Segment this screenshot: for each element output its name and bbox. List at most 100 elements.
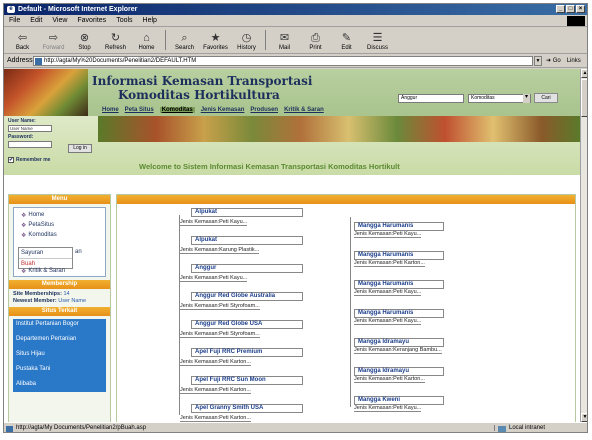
sidebar-item-home[interactable]: ❖ Home bbox=[17, 210, 102, 220]
go-button[interactable]: ➜ Go bbox=[546, 57, 561, 64]
remember-me: ✔ Remember me bbox=[8, 157, 50, 163]
forward-arrow-icon: ⇨ bbox=[48, 32, 59, 44]
minimize-button[interactable]: _ bbox=[556, 5, 565, 13]
discuss-button[interactable]: ☰ Discuss bbox=[362, 32, 393, 53]
search-button[interactable]: ⌕ Search bbox=[169, 32, 200, 53]
commodity-name-link[interactable]: Apel Fuji RRC Sun Moon bbox=[191, 376, 303, 385]
nav-produsen[interactable]: Produsen bbox=[250, 107, 278, 113]
commodity-name-link[interactable]: Mangga Harumanis bbox=[354, 309, 444, 318]
scroll-thumb[interactable] bbox=[581, 79, 587, 117]
menu-bar: File Edit View Favorites Tools Help bbox=[4, 15, 587, 27]
refresh-button[interactable]: ↻ Refresh bbox=[100, 32, 131, 53]
home-button[interactable]: ⌂ Home bbox=[131, 32, 162, 53]
sidebar-item-kritik[interactable]: ❖ Kritik & Saran bbox=[17, 266, 65, 276]
packaging-description: Jenis Kemasan:Peti Kayu... bbox=[180, 275, 248, 282]
sidebar: Menu ❖ Home ❖ PetaSitus ❖ Komoditas Sayuran… bbox=[8, 194, 111, 422]
remember-checkbox[interactable]: ✔ bbox=[8, 157, 14, 163]
search-category-select[interactable]: Komoditas bbox=[468, 94, 531, 103]
packaging-description: Jenis Kemasan:Peti Kayu... bbox=[354, 289, 422, 296]
scroll-up-arrow-icon[interactable]: ▲ bbox=[581, 69, 587, 78]
membership-box: Site Memberships: 14 Newest Member: User… bbox=[13, 291, 87, 304]
mail-button[interactable]: ✉ Mail bbox=[269, 32, 300, 53]
nav-jenis-kemasan[interactable]: Jenis Kemasan bbox=[201, 107, 245, 113]
menu-tools[interactable]: Tools bbox=[111, 17, 137, 24]
address-input[interactable]: http://agta/My%20Documents/Penelitian2/D… bbox=[33, 55, 533, 66]
packaging-description: Jenis Kemasan:Karung Plastik... bbox=[180, 247, 260, 254]
toolbar-separator bbox=[165, 30, 166, 50]
packaging-description: Jenis Kemasan:Peti Karton... bbox=[180, 415, 251, 422]
close-button[interactable]: × bbox=[576, 5, 585, 13]
commodity-name-link[interactable]: Apel Fuji RRC Premium bbox=[191, 348, 303, 357]
commodity-name-link[interactable]: Mangga Idramayu bbox=[354, 338, 444, 347]
link-situs-hijau[interactable]: Situs Hijau bbox=[16, 351, 103, 358]
nav-peta-situs[interactable]: Peta Situs bbox=[125, 107, 154, 113]
commodity-name-link[interactable]: Mangga Harumanis bbox=[354, 251, 444, 260]
commodity-name-link[interactable]: Mangga Kweni bbox=[354, 396, 444, 405]
nav-home[interactable]: Home bbox=[102, 107, 119, 113]
banner-image bbox=[4, 69, 88, 116]
site-nav: Home Peta Situs Komoditas Jenis Kemasan … bbox=[102, 107, 324, 113]
commodity-name-link[interactable]: Anggur Red Globe USA bbox=[191, 320, 303, 329]
menu-view[interactable]: View bbox=[47, 17, 72, 24]
links-button[interactable]: Links bbox=[567, 58, 581, 64]
menu-help[interactable]: Help bbox=[138, 17, 162, 24]
membership-header: Membership bbox=[9, 280, 110, 289]
search-submit-button[interactable]: Cari bbox=[534, 93, 558, 103]
link-pustaka-tani[interactable]: Pustaka Tani bbox=[16, 366, 103, 373]
back-arrow-icon: ⇦ bbox=[17, 32, 28, 44]
search-icon: ⌕ bbox=[181, 32, 188, 44]
menu-file[interactable]: File bbox=[4, 17, 25, 24]
submenu-item-sayuran[interactable]: Sayuran bbox=[19, 248, 72, 258]
commodity-name-link[interactable]: Alpukat bbox=[191, 208, 303, 217]
login-button[interactable]: Log in bbox=[68, 144, 92, 153]
link-alibaba[interactable]: Alibaba bbox=[16, 381, 103, 388]
window-title: Default - Microsoft Internet Explorer bbox=[18, 6, 138, 13]
commodity-name-link[interactable]: Mangga Idramayu bbox=[354, 367, 444, 376]
bullet-icon: ❖ bbox=[21, 268, 27, 275]
address-dropdown-button[interactable]: ▼ bbox=[534, 55, 542, 66]
site-search-input[interactable]: Anggur bbox=[398, 94, 464, 103]
edit-button[interactable]: ✎ Edit bbox=[331, 32, 362, 53]
favorites-button[interactable]: ★ Favorites bbox=[200, 32, 231, 53]
back-button[interactable]: ⇦ Back bbox=[7, 32, 38, 53]
commodity-name-link[interactable]: Anggur bbox=[191, 264, 303, 273]
toolbar-separator bbox=[265, 30, 266, 50]
discuss-icon: ☰ bbox=[372, 32, 383, 44]
bullet-icon: ❖ bbox=[21, 222, 27, 229]
stop-button[interactable]: ⊗ Stop bbox=[69, 32, 100, 53]
vertical-scrollbar[interactable]: ▲ ▼ bbox=[580, 69, 587, 422]
packaging-description: Jenis Kemasan:Peti Kayu... bbox=[354, 318, 422, 325]
commodity-name-link[interactable]: Mangga Harumanis bbox=[354, 280, 444, 289]
maximize-button[interactable]: □ bbox=[566, 5, 575, 13]
packaging-description: Jenis Kemasan:Keranjang Bambu... bbox=[354, 347, 442, 354]
commodity-name-link[interactable]: Apel Granny Smith USA bbox=[191, 404, 303, 413]
commodity-name-link[interactable]: Alpukat bbox=[191, 236, 303, 245]
page-icon bbox=[35, 57, 42, 65]
history-button[interactable]: ◷ History bbox=[231, 32, 262, 53]
sidebar-item-komoditas[interactable]: ❖ Komoditas bbox=[17, 230, 102, 240]
forward-button[interactable]: ⇨ Forward bbox=[38, 32, 69, 53]
print-button[interactable]: ⎙ Print bbox=[300, 32, 331, 53]
username-field[interactable]: User Name bbox=[8, 125, 52, 132]
scroll-down-arrow-icon[interactable]: ▼ bbox=[581, 413, 587, 422]
link-deptan[interactable]: Departemen Pertanian bbox=[16, 336, 103, 343]
commodity-name-link[interactable]: Mangga Harumanis bbox=[354, 222, 444, 231]
menu-favorites[interactable]: Favorites bbox=[72, 17, 111, 24]
menu-edit[interactable]: Edit bbox=[25, 17, 47, 24]
commodity-name-link[interactable]: Anggur Red Globe Australia bbox=[191, 292, 303, 301]
sidebar-item-petasitus[interactable]: ❖ PetaSitus bbox=[17, 220, 102, 230]
packaging-description: Jenis Kemasan:Peti Styrofoam... bbox=[180, 303, 260, 310]
packaging-description: Jenis Kemasan:Peti Karton... bbox=[354, 376, 425, 383]
commodity-list-panel: Alpukat Jenis Kemasan:Peti Kayu... Alpukat… bbox=[116, 194, 576, 422]
username-label: User Name: bbox=[8, 118, 36, 124]
hidden-menu-text: an bbox=[75, 249, 82, 255]
mail-icon: ✉ bbox=[279, 32, 290, 44]
refresh-icon: ↻ bbox=[110, 32, 121, 44]
nav-komoditas[interactable]: Komoditas bbox=[159, 107, 195, 113]
password-field[interactable] bbox=[8, 141, 52, 148]
link-ipb[interactable]: Institut Pertanian Bogor bbox=[16, 321, 103, 328]
nav-kritik-saran[interactable]: Kritik & Saran bbox=[284, 107, 324, 113]
status-bar: http://agta/My Documents/Penelitian2/pBu… bbox=[4, 422, 587, 432]
browser-window: e Default - Microsoft Internet Explorer … bbox=[3, 3, 588, 433]
site-title: Informasi Kemasan Transportasi Komoditas… bbox=[92, 74, 313, 102]
